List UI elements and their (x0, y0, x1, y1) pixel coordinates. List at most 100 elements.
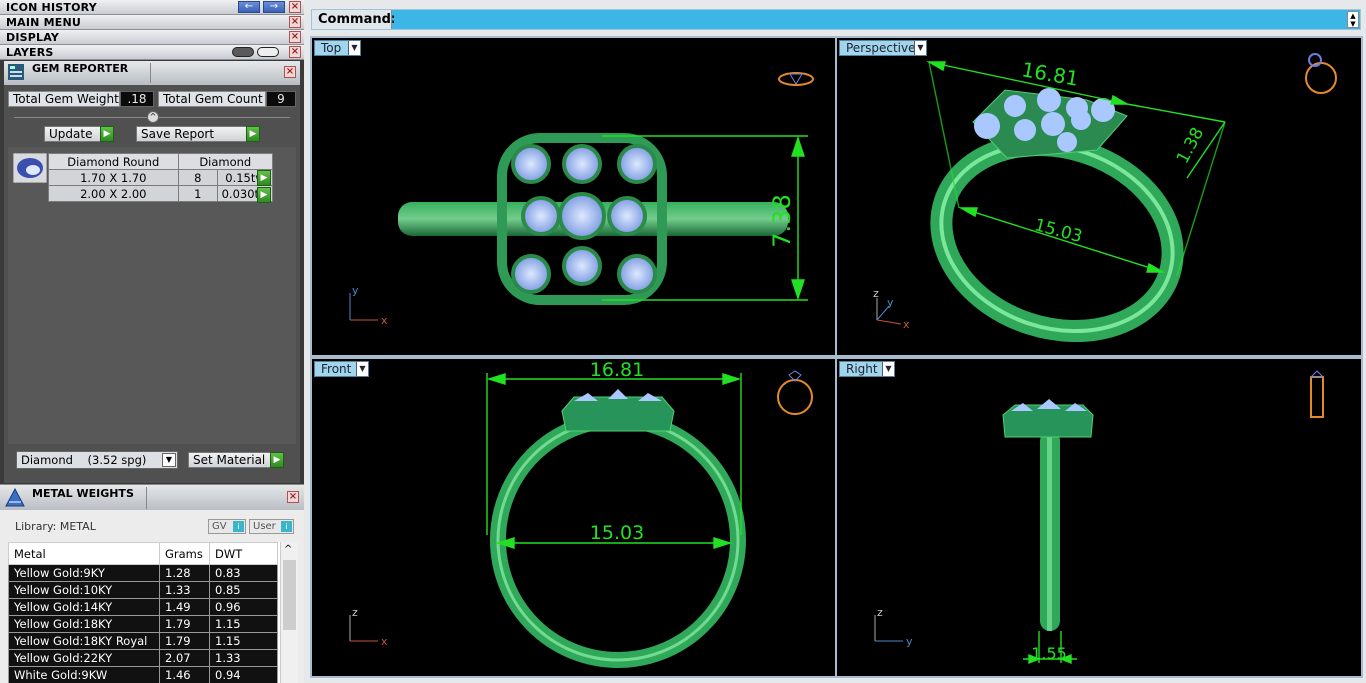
dimension-label: 16.81 (1020, 57, 1081, 91)
axis-y-label: y (352, 284, 359, 297)
update-button[interactable]: Update ▶ (44, 126, 114, 142)
layers-header[interactable]: LAYERS × (0, 45, 304, 60)
grams-col-header[interactable]: Grams (159, 542, 210, 565)
command-scroll-icon[interactable]: ▲ ▼ (1347, 11, 1359, 28)
gem-row[interactable]: 1.70 X 1.70 8 0.15tw (48, 169, 273, 186)
scrollbar-thumb[interactable] (283, 560, 296, 630)
metal-dwt: 0.85 (209, 581, 278, 599)
axis-z-label: z (352, 606, 358, 619)
left-panel: ICON HISTORY ← → × MAIN MENU × DISPLAY ×… (0, 0, 304, 683)
gem-reporter-panel: GEM REPORTER × Total Gem Weight .18 Tota… (4, 61, 300, 483)
table-row[interactable]: Yellow Gold:18KY 1.79 1.15 (8, 615, 278, 633)
gem-row[interactable]: 2.00 X 2.00 1 0.030tw (48, 185, 273, 202)
play-icon: ▶ (270, 452, 284, 468)
viewport-top[interactable]: Top ▼ 7.38 y x (310, 36, 837, 357)
display-header[interactable]: DISPLAY × (0, 30, 304, 45)
diamond-round-icon (13, 153, 47, 183)
dimension-label: 1.38 (1173, 124, 1208, 167)
axis-z-label: z (877, 606, 883, 619)
viewport-perspective[interactable]: Perspective ▼ 16.81 1.38 15.03 z y x (835, 36, 1363, 357)
scrollbar[interactable]: ^ (280, 542, 298, 683)
axis-gizmo: z y x (873, 287, 910, 331)
table-row[interactable]: Yellow Gold:10KY 1.33 0.85 (8, 581, 278, 599)
viewport-front[interactable]: Front ▼ 16.81 15.03 z x (310, 357, 837, 678)
icon-history-title: ICON HISTORY (6, 1, 97, 14)
metal-grams: 1.49 (159, 598, 210, 616)
eye-icon[interactable] (257, 47, 279, 57)
icon-history-header[interactable]: ICON HISTORY ← → × (0, 0, 304, 15)
metal-name: Yellow Gold:9KY (8, 564, 160, 582)
total-gem-count-value: 9 (266, 91, 296, 107)
metal-weights-panel: METAL WEIGHTS × Library: METAL GV i User i… (0, 484, 304, 683)
view-cube-icon[interactable] (1305, 53, 1337, 94)
gem-cluster (497, 133, 667, 305)
metal-dwt: 1.15 (209, 632, 278, 650)
gem-table: Diamond Round Diamond 1.70 X 1.70 8 0.15… (48, 153, 274, 202)
table-row[interactable]: Yellow Gold:22KY 2.07 1.33 (8, 649, 278, 667)
right-view-canvas: 1.55 z y (874, 370, 1325, 665)
metal-name: White Gold:9KW (8, 666, 160, 683)
metal-name: Yellow Gold:18KY (8, 615, 160, 633)
metal-name: Yellow Gold:18KY Royal (8, 632, 160, 650)
table-row[interactable]: Yellow Gold:18KY Royal 1.79 1.15 (8, 632, 278, 650)
chevron-up-icon[interactable]: ^ (284, 544, 292, 555)
metal-dwt: 0.83 (209, 564, 278, 582)
view-cube-icon[interactable] (1309, 370, 1325, 418)
close-icon[interactable]: × (289, 1, 301, 13)
main-menu-title: MAIN MENU (6, 16, 81, 29)
dimension-label: 15.03 (1032, 215, 1084, 247)
back-arrow-icon[interactable]: ← (238, 1, 260, 13)
command-input[interactable] (394, 11, 1342, 28)
table-row[interactable]: Yellow Gold:14KY 1.49 0.96 (8, 598, 278, 616)
metal-col-header[interactable]: Metal (8, 542, 160, 565)
main-menu-header[interactable]: MAIN MENU × (0, 15, 304, 30)
view-cube-icon[interactable] (778, 72, 814, 86)
metal-grams: 1.46 (159, 666, 210, 683)
info-icon: i (281, 521, 292, 532)
front-view-canvas: 16.81 15.03 z x (349, 359, 813, 668)
close-icon[interactable]: × (284, 66, 296, 78)
table-row[interactable]: White Gold:9KW 1.46 0.94 (8, 666, 278, 683)
gem-header-stone: Diamond (177, 153, 274, 170)
gem-reporter-header: GEM REPORTER × (4, 61, 300, 85)
ring-shank (1040, 431, 1060, 631)
set-material-label: Set Material (193, 453, 266, 467)
info-icon: i (233, 521, 244, 532)
save-report-button[interactable]: Save Report ▶ (136, 126, 260, 142)
metal-grams: 1.33 (159, 581, 210, 599)
gem-list-area: Diamond Round Diamond 1.70 X 1.70 8 0.15… (8, 147, 296, 444)
save-report-label: Save Report (141, 127, 215, 141)
gv-toggle[interactable]: GV i (208, 519, 246, 534)
gem-reporter-title: GEM REPORTER (32, 62, 129, 75)
material-select-value: Diamond (3.52 spg) (21, 453, 147, 467)
metal-grams: 1.79 (159, 632, 210, 650)
axis-z-label: z (873, 287, 879, 300)
metal-table: Metal Grams DWT Yellow Gold:9KY 1.28 0.83 … (8, 542, 278, 683)
axis-x-label: x (381, 635, 388, 648)
gem-row-expand-icon[interactable]: ▶ (257, 170, 271, 186)
user-toggle[interactable]: User i (249, 519, 294, 534)
command-bar: Command: ▲ ▼ (311, 9, 1361, 30)
close-icon[interactable]: × (289, 31, 301, 43)
axis-gizmo: z y (874, 606, 913, 648)
set-material-button[interactable]: Set Material ▶ (188, 452, 284, 468)
metal-weights-header: METAL WEIGHTS × (0, 484, 304, 510)
gem-row-expand-icon[interactable]: ▶ (257, 187, 271, 203)
viewport-right[interactable]: Right ▼ 1.55 z y (835, 357, 1363, 678)
close-icon[interactable]: × (289, 16, 301, 28)
metal-dwt: 0.94 (209, 666, 278, 683)
collapse-handle-icon[interactable]: ^ (147, 111, 159, 123)
forward-arrow-icon[interactable]: → (263, 1, 285, 13)
view-cube-icon[interactable] (777, 370, 813, 415)
close-icon[interactable]: × (287, 491, 299, 503)
chevron-down-icon[interactable]: ▼ (162, 453, 176, 467)
metal-name: Yellow Gold:10KY (8, 581, 160, 599)
display-title: DISPLAY (6, 31, 60, 44)
layer-toggle-icon[interactable] (232, 47, 254, 57)
dwt-col-header[interactable]: DWT (209, 542, 278, 565)
material-select[interactable]: Diamond (3.52 spg) ▼ (16, 451, 178, 469)
command-label: Command: (312, 10, 396, 29)
gem-count: 8 (177, 169, 219, 186)
close-icon[interactable]: × (289, 46, 301, 58)
table-row[interactable]: Yellow Gold:9KY 1.28 0.83 (8, 564, 278, 582)
